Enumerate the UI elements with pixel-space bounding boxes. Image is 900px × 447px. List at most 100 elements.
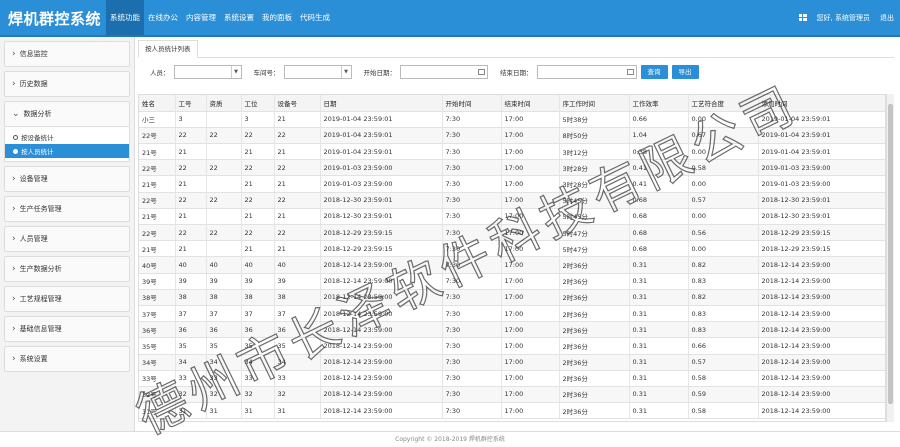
table-cell: 31 [241, 402, 275, 420]
table-row[interactable]: 小三 3 3 21 2019-01-04 23:59:01 7:30 17:00 5时38分 0… [139, 111, 885, 128]
table-cell: 2018-12-30 23:59:01 [320, 208, 443, 226]
grid-icon[interactable] [798, 14, 807, 21]
table-row[interactable]: 38号 38 38 38 38 2018-12-14 23:59:00 7:30 17:00 2… [139, 289, 885, 306]
table-row[interactable]: 37号 37 37 37 37 2018-12-14 23:59:00 7:30 17:00 2… [139, 305, 885, 323]
query-button[interactable]: 查询 [640, 65, 668, 79]
start-date-input[interactable] [400, 65, 488, 79]
column-header[interactable]: 序工作时间 [559, 95, 630, 112]
table-cell: 22 [274, 192, 321, 209]
user-greeting[interactable]: 您好, 系统管理员 [817, 13, 870, 23]
table-row[interactable]: 32号 32 32 32 32 2018-12-14 23:59:00 7:30 17:00 2… [139, 386, 885, 404]
column-header[interactable]: 日期 [320, 95, 443, 112]
table-row[interactable]: 22号 22 22 22 22 2019-01-04 23:59:01 7:30 17:00 8… [139, 127, 885, 145]
nav-system-functions[interactable]: 系统功能 [106, 0, 144, 35]
table-row[interactable]: 34号 34 34 34 34 2018-12-14 23:59:00 7:30 17:00 2… [139, 354, 885, 371]
table-cell: 21 [241, 208, 275, 226]
sidebar-item-history-data[interactable]: › 历史数据 [4, 71, 130, 97]
chevron-right-icon: › [12, 234, 16, 244]
workshop-select[interactable]: ▼ [283, 65, 352, 79]
table-row[interactable]: 35号 35 35 35 35 2018-12-14 23:59:00 7:30 17:00 2… [139, 337, 885, 355]
table-row[interactable]: 39号 39 39 39 39 2018-12-14 23:59:00 7:30 17:00 2… [139, 273, 885, 290]
top-bar: 焊机群控系统 系统功能 在线办公 内容管理 系统设置 我的面板 代码生成 您好,… [0, 0, 900, 37]
table-scrollbar[interactable] [886, 94, 894, 422]
table-cell: 38 [274, 289, 321, 306]
table-cell: 36 [241, 321, 275, 339]
table-row[interactable]: 22号 22 22 22 22 2018-12-30 23:59:01 7:30 17:00 5… [139, 192, 885, 209]
column-header[interactable]: 添加时间 [758, 95, 885, 112]
table-cell: 2018-12-14 23:59:00 [320, 256, 443, 274]
column-header[interactable]: 结束时间 [501, 95, 560, 112]
scrollbar-thumb[interactable] [888, 104, 893, 404]
nav-online-office[interactable]: 在线办公 [144, 0, 182, 35]
column-header[interactable]: 设备号 [274, 95, 321, 112]
sidebar-subitem-by-device[interactable]: 按设备统计 [5, 130, 129, 144]
table-cell: 34 [206, 354, 242, 371]
table-row[interactable]: 31号 31 31 31 31 2018-12-14 23:59:00 7:30 17:00 2… [139, 402, 885, 420]
end-date-label: 结束日期： [500, 69, 533, 77]
logout-link[interactable]: 退出 [880, 13, 894, 23]
table-cell: 35 [206, 337, 242, 355]
chevron-down-icon: ▼ [230, 66, 241, 78]
table-row[interactable]: 21号 21 21 21 2019-01-03 23:59:00 7:30 17:00 3时2… [139, 175, 885, 193]
table-cell: 2018-12-30 23:59:01 [758, 192, 885, 209]
table-cell: 38 [206, 289, 242, 306]
nav-code-generation[interactable]: 代码生成 [296, 0, 334, 35]
sidebar-item-info-monitor[interactable]: › 信息监控 [4, 41, 130, 67]
end-date-input[interactable] [536, 65, 637, 79]
tab-person-stats-list[interactable]: 按人员统计列表 [138, 40, 198, 58]
table-row[interactable]: 21号 21 21 21 2019-01-04 23:59:01 7:30 17:00 3时1… [139, 143, 885, 161]
table-cell: 40号 [139, 256, 176, 274]
column-header[interactable]: 开始时间 [442, 95, 502, 112]
table-cell: 21 [175, 240, 207, 258]
table-cell: 2018-12-29 23:59:15 [320, 224, 443, 242]
table-cell: 21号 [139, 208, 176, 226]
table-cell: 3 [175, 111, 207, 128]
export-button[interactable]: 导出 [671, 65, 699, 79]
table-row[interactable]: 22号 22 22 22 22 2019-01-03 23:59:00 7:30 17:00 3… [139, 159, 885, 177]
stats-table-container: 姓名 工号 资质 工位 设备号 日期 开始时间 结束时间 序工作时间 工作效率 工艺符合度 添加时间 … [138, 94, 886, 422]
table-row[interactable]: 21号 21 21 21 2018-12-30 23:59:01 7:30 17:00 5时4… [139, 208, 885, 226]
nav-my-panel[interactable]: 我的面板 [258, 0, 296, 35]
column-header[interactable]: 工位 [241, 95, 275, 112]
table-cell: 0.00 [688, 240, 759, 258]
table-cell: 37 [274, 305, 321, 323]
sidebar-item-system-settings[interactable]: › 系统设置 [4, 346, 130, 372]
table-row[interactable]: 22号 22 22 22 22 2018-12-29 23:59:15 7:30 17:00 5… [139, 224, 885, 242]
table-cell: 7:30 [442, 143, 502, 161]
sidebar-item-process-rules[interactable]: › 工艺规程管理 [4, 286, 130, 312]
sidebar-item-production-task[interactable]: › 生产任务管理 [4, 196, 130, 222]
column-header[interactable]: 姓名 [139, 95, 176, 112]
table-row[interactable]: 33号 33 33 33 33 2018-12-14 23:59:00 7:30 17:00 2… [139, 370, 885, 387]
column-header[interactable]: 工号 [175, 95, 207, 112]
filter-bar: 人员： ▼ 车间号： ▼ 开始日期： 结束日期： 查询 导出 [138, 58, 894, 86]
sidebar-subitem-by-person[interactable]: 按人员统计 [5, 144, 129, 158]
sidebar-item-device-management[interactable]: › 设备管理 [4, 166, 130, 192]
sidebar-item-personnel[interactable]: › 人员管理 [4, 226, 130, 252]
table-cell: 0.31 [629, 402, 689, 420]
table-row[interactable]: 40号 40 40 40 40 2018-12-14 23:59:00 7:30 17:00 2… [139, 256, 885, 274]
nav-content-management[interactable]: 内容管理 [182, 0, 220, 35]
sidebar-item-basic-info[interactable]: › 基础信息管理 [4, 316, 130, 342]
table-cell: 38 [241, 289, 275, 306]
table-cell: 39 [241, 273, 275, 290]
column-header[interactable]: 工艺符合度 [688, 95, 759, 112]
column-header[interactable]: 资质 [206, 95, 242, 112]
table-cell: 38 [175, 289, 207, 306]
table-cell [206, 111, 242, 128]
table-cell: 0.58 [688, 370, 759, 387]
nav-system-settings[interactable]: 系统设置 [220, 0, 258, 35]
sidebar-item-data-analysis[interactable]: ⌄ 数据分析 [4, 101, 130, 127]
table-cell: 0.00 [688, 111, 759, 128]
table-cell: 21 [175, 208, 207, 226]
table-cell: 36号 [139, 321, 176, 339]
table-cell [206, 208, 242, 226]
table-cell: 7:30 [442, 402, 502, 420]
table-cell: 17:00 [501, 337, 560, 355]
table-cell: 22 [175, 159, 207, 177]
sidebar-item-production-analysis[interactable]: › 生产数据分析 [4, 256, 130, 282]
person-select[interactable]: ▼ [173, 65, 242, 79]
table-row[interactable]: 21号 21 21 21 2018-12-29 23:59:15 7:30 17:00 5时4… [139, 240, 885, 258]
table-cell: 22号 [139, 192, 176, 209]
column-header[interactable]: 工作效率 [629, 95, 689, 112]
table-row[interactable]: 36号 36 36 36 36 2018-12-14 23:59:00 7:30 17:00 2… [139, 321, 885, 339]
